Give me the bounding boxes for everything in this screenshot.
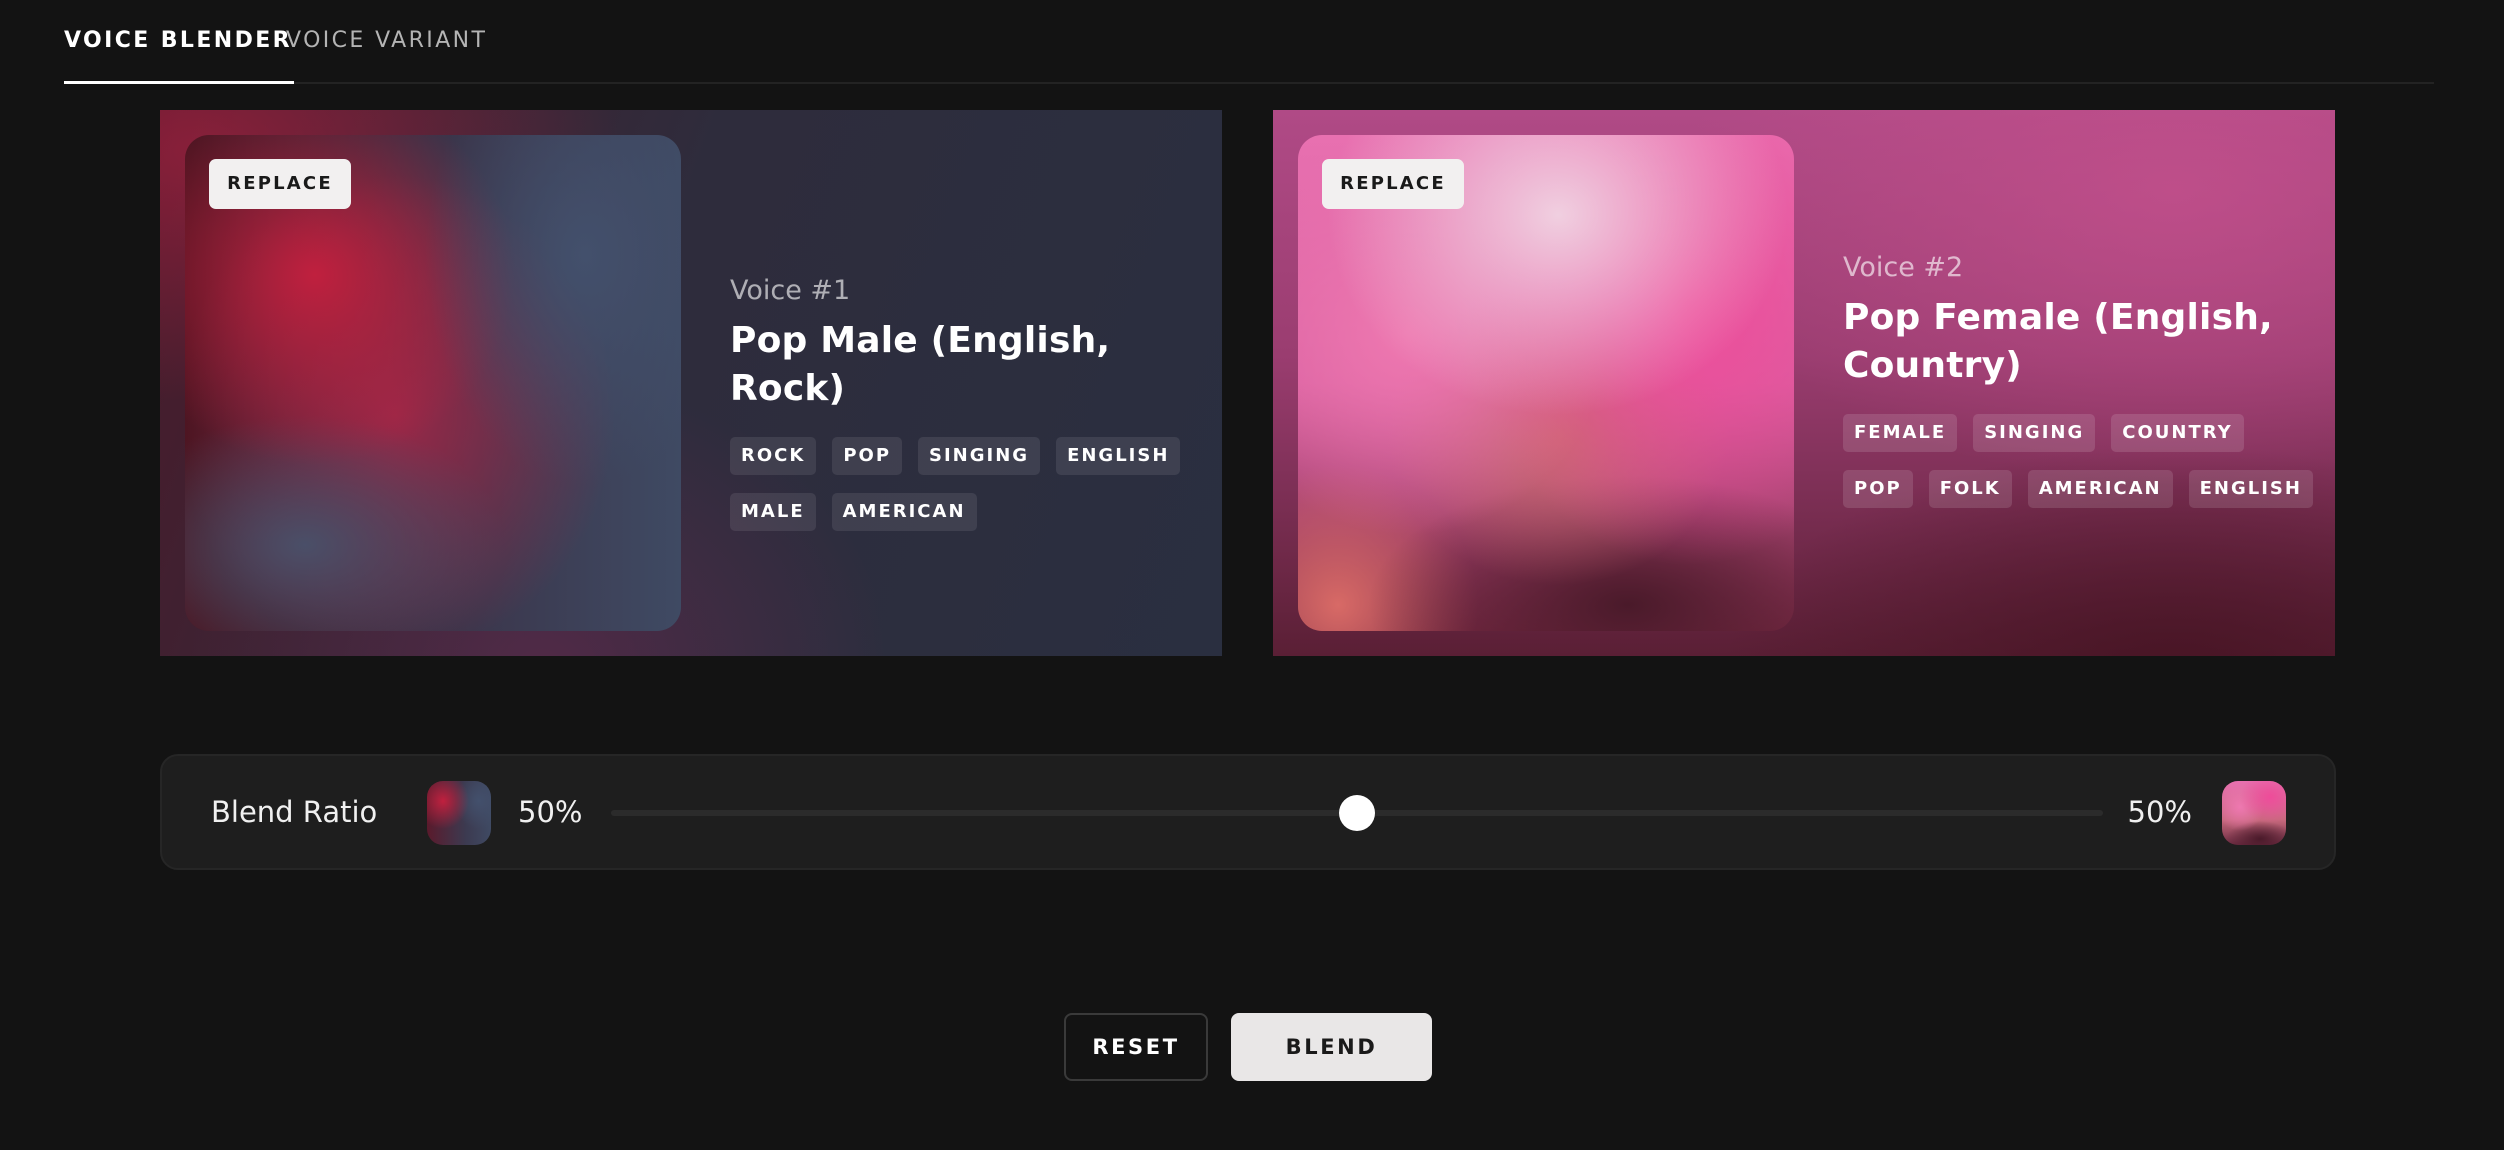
- tab-bar: VOICE BLENDER VOICE VARIANT: [64, 0, 2434, 84]
- reset-button[interactable]: RESET: [1064, 1013, 1208, 1081]
- voice-2-number: Voice #2: [1843, 252, 1964, 283]
- voice-2-artwork: REPLACE: [1298, 135, 1794, 631]
- voice-card-1: REPLACE Voice #1 Pop Male (English, Rock…: [160, 110, 1222, 656]
- voice-1-tag: MALE: [730, 493, 816, 531]
- voice-2-tag: ENGLISH: [2188, 470, 2313, 508]
- voice-2-tag: FOLK: [1928, 470, 2012, 508]
- voice-2-thumbnail: [2222, 781, 2286, 845]
- voice-2-tag: POP: [1843, 470, 1913, 508]
- voice-1-number: Voice #1: [730, 275, 851, 306]
- voice-2-name: Pop Female (English, Country): [1843, 297, 2273, 386]
- voice-1-tag: POP: [832, 437, 903, 475]
- tab-voice-variant[interactable]: VOICE VARIANT: [286, 0, 487, 84]
- voice-blender-page: VOICE BLENDER VOICE VARIANT REPLACE Voic…: [0, 0, 2504, 1150]
- replace-voice-2-button[interactable]: REPLACE: [1322, 159, 1464, 209]
- voice-1-tag: AMERICAN: [831, 493, 977, 531]
- blend-ratio-panel: Blend Ratio 50% 50%: [160, 754, 2336, 870]
- voice-2-tag: SINGING: [1973, 414, 2096, 452]
- blend-ratio-slider[interactable]: [611, 795, 2103, 831]
- voice-2-info: Voice #2 Pop Female (English, Country) F…: [1843, 250, 2313, 508]
- voice-1-info: Voice #1 Pop Male (English, Rock) ROCK P…: [730, 273, 1200, 531]
- voice-2-tag: COUNTRY: [2111, 414, 2244, 452]
- voice-1-tag: ENGLISH: [1056, 437, 1181, 475]
- voice-1-tags: ROCK POP SINGING ENGLISH MALE AMERICAN: [730, 437, 1200, 531]
- blend-ratio-label: Blend Ratio: [211, 795, 378, 829]
- voice-2-tag: AMERICAN: [2027, 470, 2173, 508]
- replace-voice-1-button[interactable]: REPLACE: [209, 159, 351, 209]
- voice-card-2: REPLACE Voice #2 Pop Female (English, Co…: [1273, 110, 2335, 656]
- voice-2-tag: FEMALE: [1843, 414, 1958, 452]
- tab-voice-blender[interactable]: VOICE BLENDER: [64, 0, 295, 84]
- voice-1-tag: ROCK: [730, 437, 817, 475]
- voice-1-name: Pop Male (English, Rock): [730, 320, 1111, 409]
- voice-2-percent: 50%: [2127, 795, 2192, 829]
- voice-2-tags: FEMALE SINGING COUNTRY POP FOLK AMERICAN…: [1843, 414, 2313, 508]
- voice-1-tag: SINGING: [918, 437, 1041, 475]
- voice-1-artwork: REPLACE: [185, 135, 681, 631]
- voice-1-percent: 50%: [518, 795, 583, 829]
- voice-1-thumbnail: [427, 781, 491, 845]
- slider-handle[interactable]: [1339, 795, 1375, 831]
- blend-button[interactable]: BLEND: [1231, 1013, 1432, 1081]
